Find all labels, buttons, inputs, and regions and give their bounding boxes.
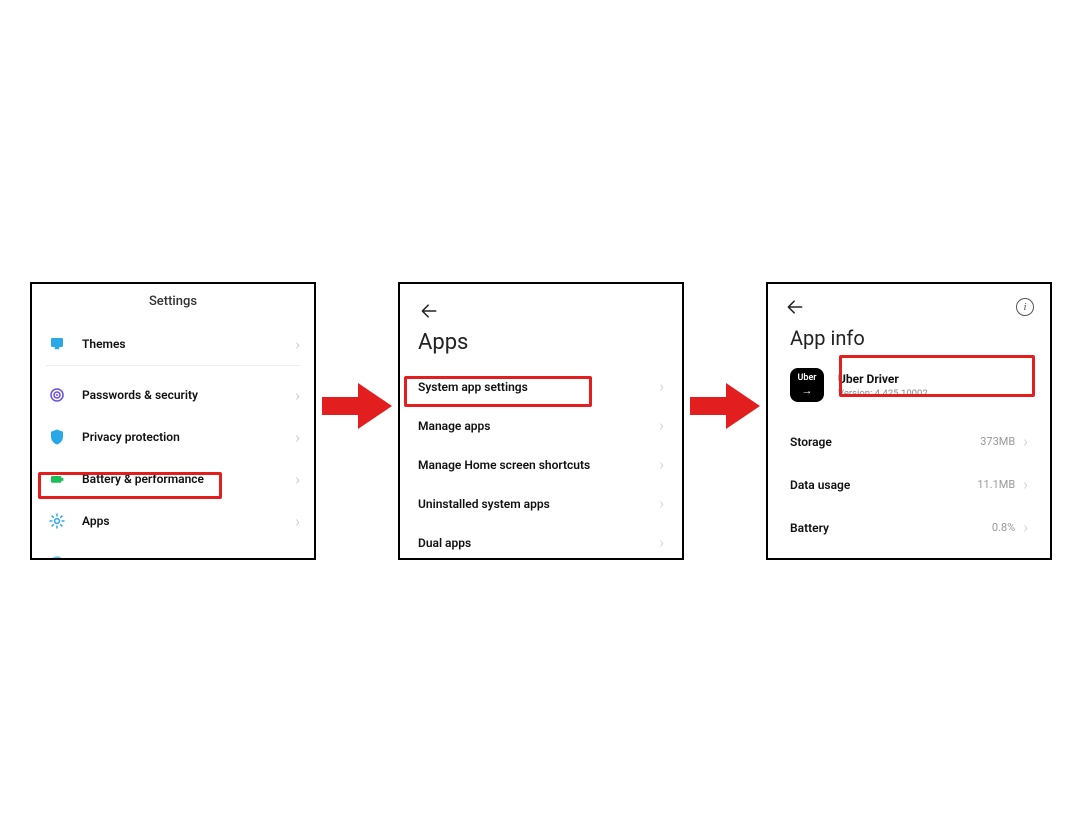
- apps-item-label: Dual apps: [418, 536, 659, 550]
- chevron-right-icon: ›: [659, 416, 664, 435]
- apps-item-system-app-settings[interactable]: System app settings ›: [400, 367, 682, 406]
- chevron-right-icon: ›: [1023, 475, 1028, 494]
- app-info-item-label: Storage: [790, 435, 980, 449]
- chevron-right-icon: ›: [295, 335, 300, 354]
- dots-icon: [46, 552, 68, 560]
- info-button[interactable]: i: [1016, 298, 1034, 316]
- settings-item-label: Apps: [68, 514, 295, 528]
- app-header: Uber → Uber Driver Version: 4.425.10002: [768, 368, 1050, 420]
- app-info-screen: i App info Uber → Uber Driver Version: 4…: [766, 282, 1052, 560]
- back-button[interactable]: [418, 300, 440, 322]
- apps-item-manage-home-screen-shortcuts[interactable]: Manage Home screen shortcuts ›: [400, 445, 682, 484]
- app-version: Version: 4.425.10002: [838, 386, 928, 399]
- settings-item-additional-settings[interactable]: Additional settings ›: [32, 542, 314, 560]
- gear-icon: [46, 510, 68, 532]
- settings-item-label: Themes: [68, 337, 295, 351]
- settings-title: Settings: [32, 284, 314, 323]
- app-info-item-data-usage[interactable]: Data usage 11.1MB ›: [768, 463, 1050, 506]
- settings-item-themes[interactable]: Themes ›: [32, 323, 314, 365]
- apps-item-label: Manage apps: [418, 419, 659, 433]
- chevron-right-icon: ›: [659, 494, 664, 513]
- shield-icon: [46, 426, 68, 448]
- apps-item-label: Uninstalled system apps: [418, 497, 659, 511]
- settings-screen: Settings Themes › Passwords & security ›…: [30, 282, 316, 560]
- uber-driver-app-icon: Uber →: [790, 368, 824, 402]
- chevron-right-icon: ›: [295, 512, 300, 531]
- apps-item-dual-apps[interactable]: Dual apps ›: [400, 523, 682, 560]
- app-info-item-value: 11.1MB: [977, 478, 1023, 491]
- chevron-right-icon: ›: [295, 470, 300, 489]
- apps-item-label: System app settings: [418, 380, 659, 394]
- arrow-right-icon: →: [802, 385, 813, 396]
- settings-item-label: Battery & performance: [68, 472, 295, 486]
- fingerprint-icon: [46, 384, 68, 406]
- flow-arrow: [322, 383, 392, 429]
- themes-icon: [46, 333, 68, 355]
- app-info-item-battery[interactable]: Battery 0.8% ›: [768, 506, 1050, 549]
- chevron-right-icon: ›: [295, 554, 300, 561]
- battery-icon: [46, 468, 68, 490]
- app-info-item-value: 0.8%: [992, 521, 1023, 534]
- settings-item-battery-performance[interactable]: Battery & performance ›: [32, 458, 314, 500]
- flow-arrow: [690, 383, 760, 429]
- settings-item-apps[interactable]: Apps ›: [32, 500, 314, 542]
- settings-item-label: Privacy protection: [68, 430, 295, 444]
- chevron-right-icon: ›: [659, 377, 664, 396]
- apps-item-uninstalled-system-apps[interactable]: Uninstalled system apps ›: [400, 484, 682, 523]
- app-info-item-label: Data usage: [790, 478, 977, 492]
- divider: [46, 365, 300, 366]
- chevron-right-icon: ›: [1023, 432, 1028, 451]
- settings-item-passwords-security[interactable]: Passwords & security ›: [32, 374, 314, 416]
- apps-item-label: Manage Home screen shortcuts: [418, 458, 659, 472]
- apps-screen: Apps System app settings › Manage apps ›…: [398, 282, 684, 560]
- apps-item-manage-apps[interactable]: Manage apps ›: [400, 406, 682, 445]
- app-name: Uber Driver: [838, 372, 928, 386]
- settings-item-privacy-protection[interactable]: Privacy protection ›: [32, 416, 314, 458]
- app-info-title: App info: [768, 320, 1050, 368]
- chevron-right-icon: ›: [659, 455, 664, 474]
- back-button[interactable]: [784, 296, 806, 318]
- app-info-item-value: 373MB: [980, 435, 1023, 448]
- chevron-right-icon: ›: [1023, 518, 1028, 537]
- apps-title: Apps: [400, 326, 682, 367]
- settings-item-label: Additional settings: [68, 556, 295, 560]
- app-info-item-label: Battery: [790, 521, 992, 535]
- chevron-right-icon: ›: [659, 533, 664, 552]
- app-info-item-storage[interactable]: Storage 373MB ›: [768, 420, 1050, 463]
- chevron-right-icon: ›: [295, 386, 300, 405]
- settings-item-label: Passwords & security: [68, 388, 295, 402]
- chevron-right-icon: ›: [295, 428, 300, 447]
